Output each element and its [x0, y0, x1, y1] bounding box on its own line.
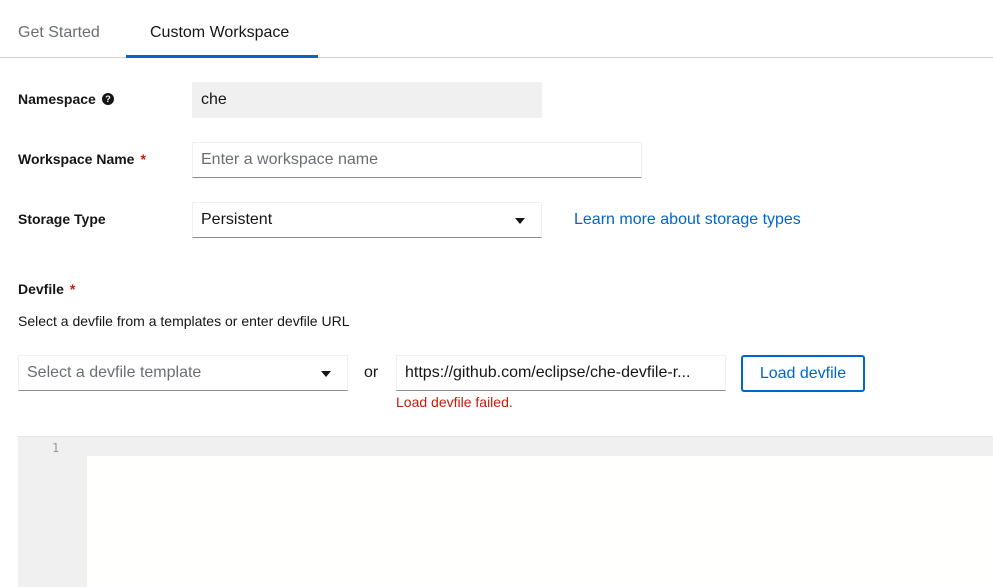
devfile-label: Devfile *: [18, 281, 75, 297]
tab-get-started[interactable]: Get Started: [18, 24, 100, 42]
namespace-field: che: [192, 82, 542, 118]
workspace-name-label-text: Workspace Name: [18, 151, 135, 167]
devfile-label-text: Devfile: [18, 281, 64, 297]
workspace-name-label: Workspace Name *: [18, 151, 146, 167]
question-circle-icon[interactable]: ?: [102, 93, 114, 105]
workspace-name-input[interactable]: Enter a workspace name: [192, 142, 642, 178]
namespace-label: Namespace: [18, 91, 96, 107]
learn-more-storage-link[interactable]: Learn more about storage types: [574, 211, 801, 229]
storage-type-select[interactable]: Persistent: [192, 202, 542, 238]
devfile-editor[interactable]: 1: [18, 436, 993, 587]
tab-custom-workspace[interactable]: Custom Workspace: [150, 24, 289, 42]
workspace-name-placeholder: Enter a workspace name: [201, 151, 378, 168]
devfile-url-value: https://github.com/eclipse/che-devfile-r…: [405, 364, 691, 381]
load-devfile-button[interactable]: Load devfile: [741, 355, 865, 392]
line-number: 1: [52, 441, 60, 455]
devfile-url-input[interactable]: https://github.com/eclipse/che-devfile-r…: [396, 355, 726, 391]
devfile-help-text: Select a devfile from a templates or ent…: [18, 313, 350, 329]
caret-down-icon: [321, 371, 331, 377]
caret-down-icon: [515, 218, 525, 224]
devfile-template-select[interactable]: Select a devfile template: [18, 355, 348, 391]
storage-type-value: Persistent: [201, 211, 273, 228]
storage-type-label: Storage Type: [18, 211, 106, 227]
required-indicator: *: [140, 151, 146, 167]
or-text: or: [364, 364, 379, 381]
current-line-highlight: [87, 437, 993, 456]
devfile-template-placeholder: Select a devfile template: [27, 364, 202, 381]
editor-gutter: 1: [18, 437, 87, 587]
load-devfile-error: Load devfile failed.: [396, 394, 513, 410]
tab-bar: Get Started Custom Workspace: [0, 0, 993, 58]
active-tab-indicator: [126, 55, 318, 58]
namespace-value: che: [201, 91, 227, 108]
required-indicator: *: [69, 281, 76, 297]
